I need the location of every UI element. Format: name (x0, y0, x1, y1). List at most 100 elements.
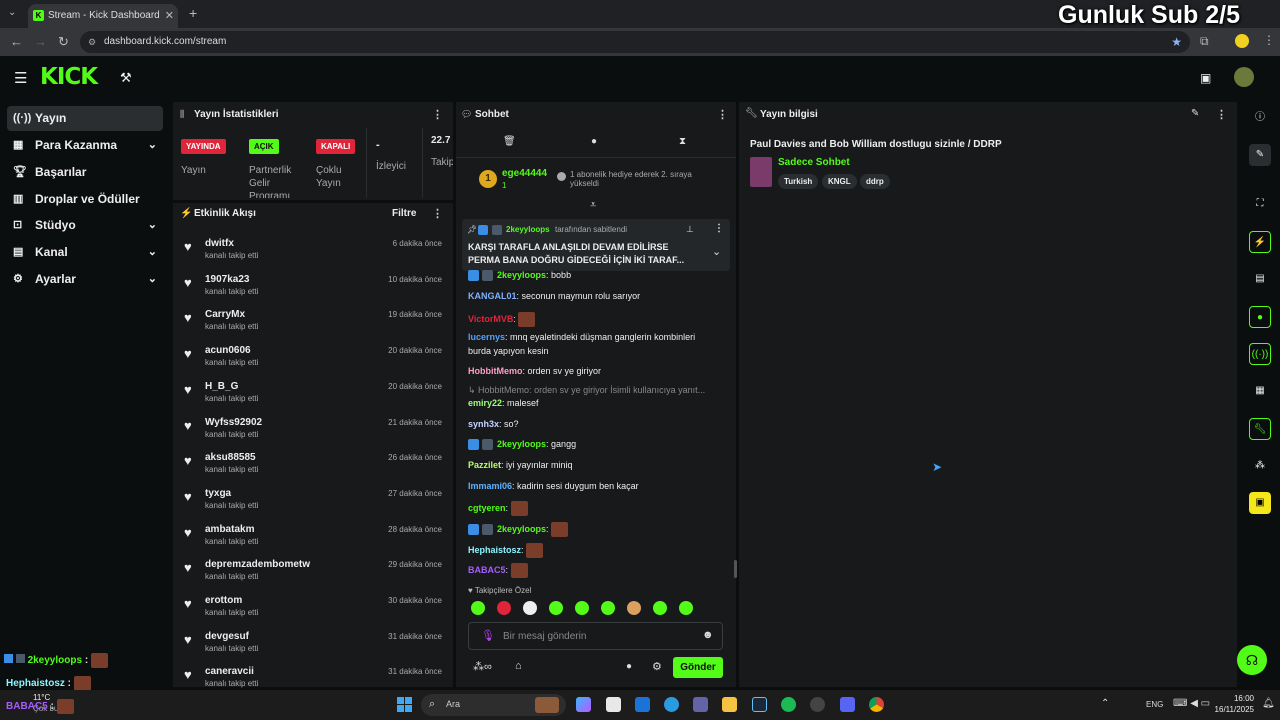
chat-message[interactable]: burda yapıyon kesin (468, 346, 549, 356)
chat-message[interactable]: HobbitMemo: orden sv ye giriyor (468, 366, 601, 376)
copilot-icon[interactable] (576, 697, 591, 712)
event-username[interactable]: CarryMx (205, 309, 245, 320)
back-icon[interactable]: ← (10, 34, 23, 49)
chat-settings-icon[interactable]: ⚙ (652, 660, 662, 673)
collapse-leaderboard-icon[interactable]: ⩡ (590, 199, 596, 212)
hourglass-icon[interactable]: ⧗ (679, 136, 686, 147)
stream-info-menu-icon[interactable]: ⋮ (1216, 108, 1227, 121)
chat-scrollbar[interactable] (734, 560, 737, 578)
chat-message[interactable]: Hephaistosz: (468, 543, 544, 558)
store-app-icon[interactable] (606, 697, 621, 712)
pinned-menu-icon[interactable]: ⋮ (714, 223, 724, 234)
extensions-icon[interactable]: ⧉ (1200, 34, 1209, 49)
event-username[interactable]: dwitfx (205, 238, 234, 249)
chat-mode-icon[interactable]: ● (591, 136, 597, 147)
sidebar-item-yayin[interactable]: ((·)) Yayın (7, 106, 163, 131)
emote-option[interactable] (679, 601, 693, 615)
top-gifter-name[interactable]: ege44444 (502, 168, 547, 179)
emote-option[interactable] (549, 601, 563, 615)
emote-option[interactable] (627, 601, 641, 615)
chat-tools-icon[interactable]: ⁂∞ (473, 660, 492, 673)
trash-icon[interactable]: 🗑︎ (503, 136, 516, 147)
emote-option[interactable] (471, 601, 485, 615)
event-username[interactable]: depremzadembometw (205, 559, 310, 570)
chat-toggle-icon[interactable]: ● (1249, 306, 1271, 328)
steam-icon[interactable] (752, 697, 767, 712)
discord-icon[interactable] (840, 697, 855, 712)
chat-username[interactable]: 2keyyloops (497, 270, 546, 280)
tab-menu-icon[interactable]: ⌄ (8, 7, 16, 18)
sidebar-item-kanal[interactable]: ▤ Kanal ⌄ (7, 240, 163, 265)
sidebar-item-para-kazanma[interactable]: ▦ Para Kazanma ⌄ (7, 133, 163, 158)
event-username[interactable]: caneravcii (205, 666, 254, 677)
chat-username[interactable]: Immami06 (468, 481, 512, 491)
network-volume-icon[interactable]: ⌨ ◀ ▭ (1173, 698, 1210, 709)
multistream-badge[interactable]: KAPALI (316, 139, 356, 154)
hamburger-menu-icon[interactable]: ☰ (14, 69, 27, 87)
info-icon[interactable]: ⓘ (1249, 107, 1271, 129)
chat-username[interactable]: VictorMVB (468, 314, 513, 324)
sidebar-item-droplar[interactable]: ▥ Droplar ve Ödüller (7, 187, 163, 212)
event-feed-menu-icon[interactable]: ⋮ (432, 207, 443, 220)
chat-username[interactable]: 2keyyloops (497, 439, 546, 449)
sidebar-item-basarilar[interactable]: 🏆︎ Başarılar (7, 160, 163, 185)
chat-message[interactable]: Immami06: kadirin sesi duygum ben kaçar (468, 481, 639, 491)
emote-option[interactable] (601, 601, 615, 615)
tools-toggle-icon[interactable]: 🔧︎ (1249, 418, 1271, 440)
user-avatar[interactable] (1234, 67, 1254, 87)
chat-message[interactable]: emiry22: malesef (468, 398, 539, 408)
event-username[interactable]: aksu88585 (205, 452, 256, 463)
spotify-icon[interactable] (781, 697, 796, 712)
clock-date[interactable]: 16/11/2025 (1208, 705, 1254, 714)
chat-username[interactable]: Pazzilet (468, 460, 501, 470)
chat-message[interactable]: ↳ HobbitMemo: orden sv ye giriyor İsimli… (468, 385, 705, 396)
chat-username[interactable]: lucernys (468, 332, 505, 342)
category-name[interactable]: Sadece Sohbet (778, 157, 850, 168)
chat-message[interactable]: VictorMVB: (468, 312, 536, 327)
event-username[interactable]: 1907ka23 (205, 274, 250, 285)
partner-badge[interactable]: AÇIK (249, 139, 279, 154)
filter-button[interactable]: Filtre (392, 208, 416, 219)
view-mode-icon[interactable]: ▣ (1200, 71, 1211, 85)
event-username[interactable]: tyxga (205, 488, 231, 499)
chat-message[interactable]: synh3x: so? (468, 419, 519, 429)
new-tab-icon[interactable]: + (189, 5, 197, 21)
chat-input[interactable]: 🎙︎ Bir mesaj gönderin ☻ (468, 622, 723, 650)
store-icon[interactable]: ⌂ (515, 660, 522, 672)
support-headset-icon[interactable]: ☊ (1237, 645, 1267, 675)
bookmark-star-icon[interactable]: ★ (1171, 31, 1182, 53)
event-username[interactable]: Wyfss92902 (205, 417, 262, 428)
tools-icon[interactable]: ⚒ (120, 70, 132, 86)
event-username[interactable]: H_B_G (205, 381, 238, 392)
fullscreen-icon[interactable]: ⛶ (1249, 193, 1271, 215)
teams-icon[interactable] (693, 697, 708, 712)
tab-close-icon[interactable]: ✕ (165, 4, 174, 28)
app-icon[interactable] (810, 697, 825, 712)
notes-icon[interactable]: ▤ (1249, 268, 1271, 290)
sidebar-item-ayarlar[interactable]: ⚙ Ayarlar ⌄ (7, 267, 163, 292)
event-username[interactable]: devgesuf (205, 631, 249, 642)
unpin-icon[interactable]: ⊥ (686, 224, 694, 235)
stats-menu-icon[interactable]: ⋮ (432, 108, 443, 121)
expand-pinned-icon[interactable]: ⌄ (712, 245, 721, 258)
chat-bubble-icon[interactable]: ● (626, 661, 632, 672)
notification-bell-icon[interactable]: 🔔︎ (1262, 698, 1275, 709)
category-thumbnail[interactable] (750, 157, 772, 187)
chat-username[interactable]: KANGAL01 (468, 291, 517, 301)
edit-pencil-icon[interactable]: ✎ (1191, 108, 1199, 119)
chat-username[interactable]: Hephaistosz (468, 545, 521, 555)
event-username[interactable]: acun0606 (205, 345, 251, 356)
windows-start-icon[interactable] (397, 697, 412, 712)
emote-option[interactable] (653, 601, 667, 615)
emote-option[interactable] (523, 601, 537, 615)
chat-message[interactable]: 2keyyloops: gangg (468, 439, 576, 451)
chat-username[interactable]: 2keyyloops (497, 524, 546, 534)
chat-menu-icon[interactable]: ⋮ (717, 108, 728, 121)
clock-time[interactable]: 16:00 (1228, 694, 1254, 703)
chat-message[interactable]: BABAC5: (468, 563, 528, 578)
kick-logo[interactable]: KICK (40, 64, 98, 90)
edge-icon[interactable] (664, 697, 679, 712)
url-field[interactable]: ⚙ dashboard.kick.com/stream ★ (80, 31, 1190, 53)
taskbar-search[interactable]: ⌕ Ara (421, 694, 566, 716)
microphone-icon[interactable]: 🎙︎ (481, 629, 495, 642)
